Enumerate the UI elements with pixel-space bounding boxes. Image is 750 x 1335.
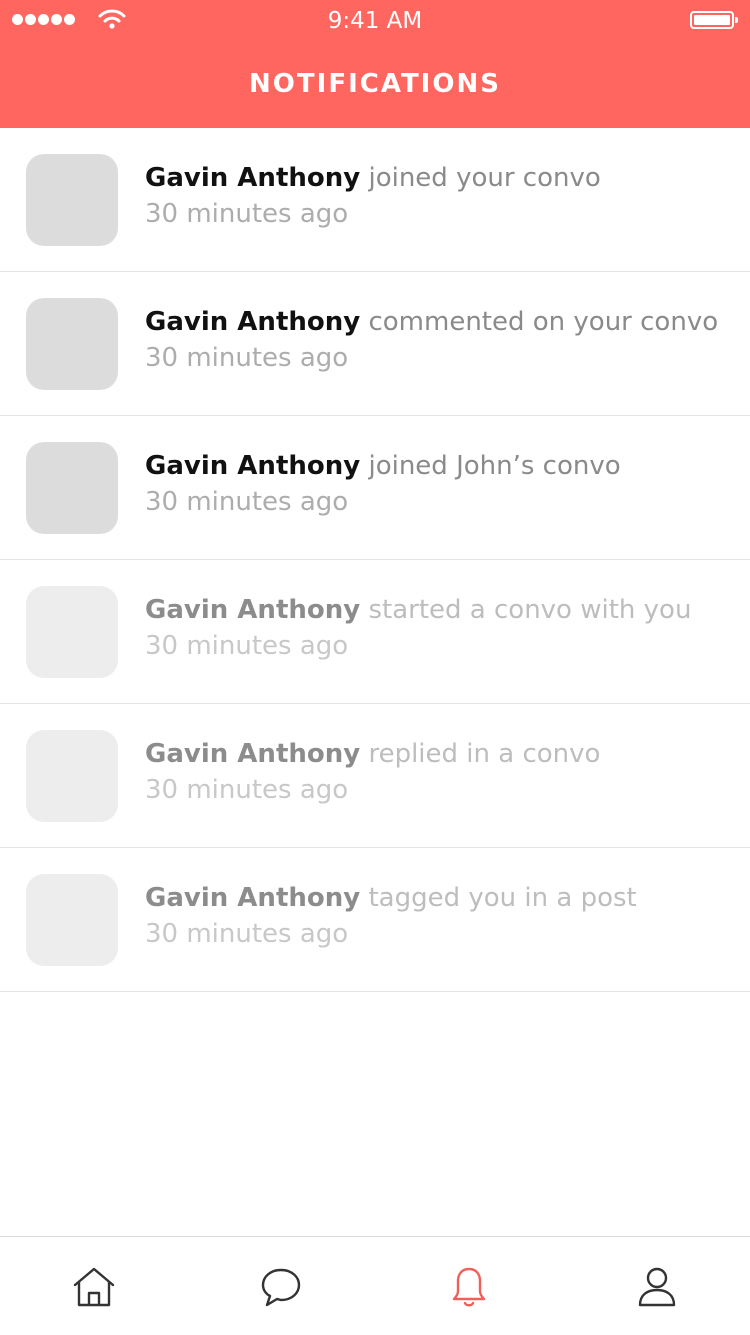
user-name[interactable]: Gavin Anthony (145, 595, 360, 625)
notification-item[interactable]: Gavin Anthony joined John’s convo 30 min… (0, 416, 750, 560)
notification-time: 30 minutes ago (145, 631, 349, 661)
notification-action: joined John’s convo (368, 451, 621, 481)
user-name[interactable]: Gavin Anthony (145, 739, 360, 769)
notification-time: 30 minutes ago (145, 199, 349, 229)
notification-time: 30 minutes ago (145, 775, 349, 805)
app-header: 9:41 AM NOTIFICATIONS (0, 0, 750, 128)
profile-icon (638, 1267, 676, 1307)
user-name[interactable]: Gavin Anthony (145, 451, 360, 481)
avatar[interactable] (26, 442, 118, 534)
notification-action: tagged you in a post (368, 883, 637, 913)
chat-bubble-icon (261, 1268, 301, 1307)
status-bar: 9:41 AM (0, 0, 750, 40)
tab-home[interactable] (69, 1265, 119, 1309)
tab-bar (0, 1236, 750, 1335)
battery-icon (690, 11, 738, 29)
notification-text: Gavin Anthony joined your convo (145, 160, 601, 196)
notification-item[interactable]: Gavin Anthony started a convo with you 3… (0, 560, 750, 704)
notification-text: Gavin Anthony tagged you in a post (145, 880, 637, 916)
notification-action: commented on your convo (368, 307, 719, 337)
avatar[interactable] (26, 730, 118, 822)
notification-time: 30 minutes ago (145, 487, 349, 517)
home-icon (73, 1267, 115, 1307)
avatar[interactable] (26, 586, 118, 678)
notification-item[interactable]: Gavin Anthony tagged you in a post 30 mi… (0, 848, 750, 992)
avatar[interactable] (26, 298, 118, 390)
notification-text: Gavin Anthony replied in a convo (145, 736, 600, 772)
user-name[interactable]: Gavin Anthony (145, 307, 360, 337)
notification-item[interactable]: Gavin Anthony replied in a convo 30 minu… (0, 704, 750, 848)
tab-messages[interactable] (256, 1265, 306, 1309)
notification-time: 30 minutes ago (145, 919, 349, 949)
bell-icon (452, 1267, 486, 1307)
user-name[interactable]: Gavin Anthony (145, 883, 360, 913)
notification-action: started a convo with you (368, 595, 692, 625)
notification-list: Gavin Anthony joined your convo 30 minut… (0, 128, 750, 992)
notification-text: Gavin Anthony commented on your convo (145, 304, 718, 340)
status-time: 9:41 AM (327, 8, 423, 34)
notification-text: Gavin Anthony joined John’s convo (145, 448, 621, 484)
notification-time: 30 minutes ago (145, 343, 349, 373)
notification-action: replied in a convo (368, 739, 601, 769)
notification-text: Gavin Anthony started a convo with you (145, 592, 691, 628)
notification-item[interactable]: Gavin Anthony commented on your convo 30… (0, 272, 750, 416)
avatar[interactable] (26, 874, 118, 966)
avatar[interactable] (26, 154, 118, 246)
tab-profile[interactable] (632, 1265, 682, 1309)
notification-action: joined your convo (368, 163, 601, 193)
notification-item[interactable]: Gavin Anthony joined your convo 30 minut… (0, 128, 750, 272)
page-title: NOTIFICATIONS (249, 69, 501, 99)
user-name[interactable]: Gavin Anthony (145, 163, 360, 193)
tab-notifications[interactable] (444, 1265, 494, 1309)
